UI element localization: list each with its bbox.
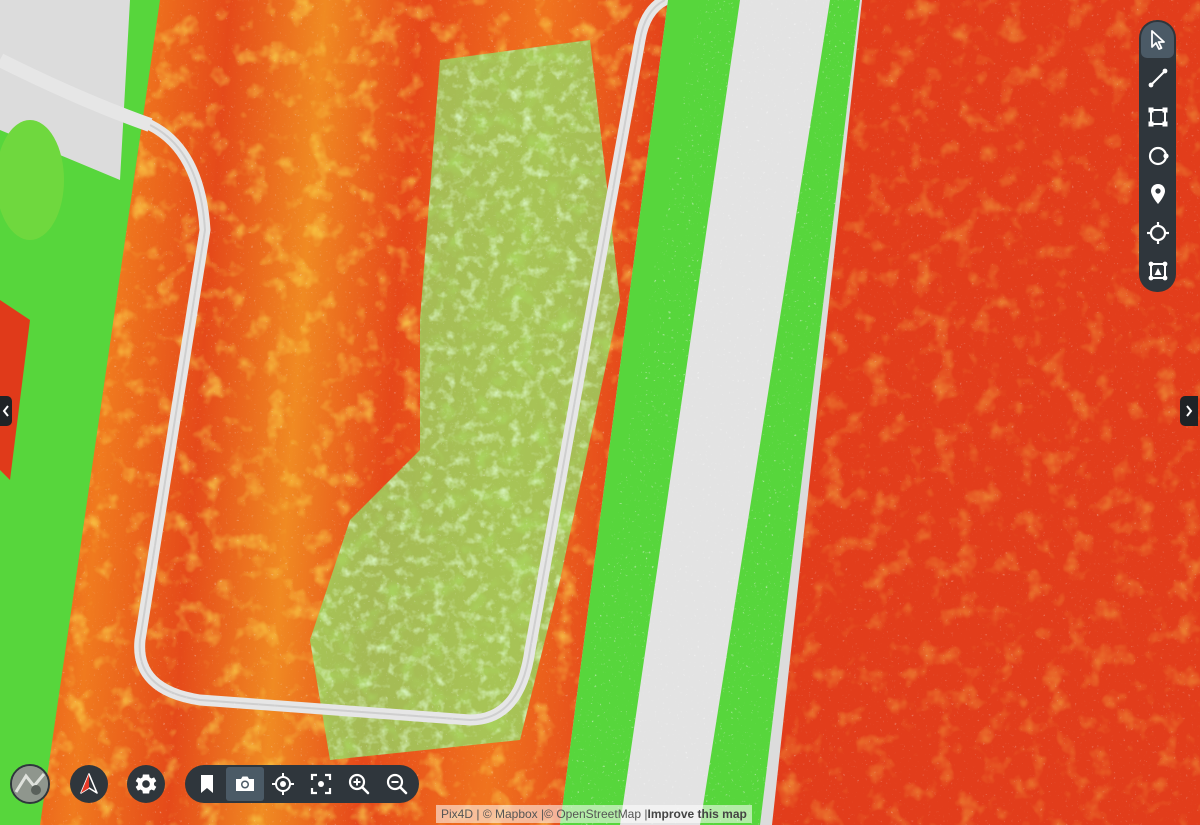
view-controls-bar [185,765,419,803]
point-tool-button[interactable] [1141,215,1174,251]
zoom-out-icon [386,773,408,795]
zoom-out-button[interactable] [378,767,416,801]
basemap-thumbnail [12,766,48,802]
attribution-mapbox[interactable]: © Mapbox [483,807,538,821]
circle-area-icon [1148,146,1169,165]
crosshair-circle-icon [1146,221,1169,244]
collapse-left-panel-button[interactable] [0,396,12,426]
attribution-osm[interactable]: © OpenStreetMap [544,807,641,821]
fit-view-button[interactable] [302,767,340,801]
chevron-right-icon [1186,405,1193,417]
map-attribution: Pix4D | © Mapbox |© OpenStreetMap |Impro… [436,805,752,823]
ndvi-map-canvas[interactable] [0,0,1200,825]
line-measure-icon [1148,68,1167,88]
screenshot-button[interactable] [226,767,264,801]
zoom-in-button[interactable] [340,767,378,801]
fullscreen-icon [310,773,332,795]
bookmark-button[interactable] [188,767,226,801]
select-tool-button[interactable] [1141,22,1174,58]
gear-icon [135,774,157,794]
basemap-switcher[interactable] [10,764,50,804]
settings-button[interactable] [127,765,165,803]
measurement-toolbar [1139,20,1176,292]
north-arrow-icon [80,773,98,794]
locate-button[interactable] [264,767,302,801]
bookmark-icon [201,775,213,793]
expand-right-panel-button[interactable] [1180,396,1198,426]
marker-tool-button[interactable] [1141,176,1174,212]
north-arrow-button[interactable] [70,765,108,803]
ndvi-map-image [0,0,1200,825]
camera-icon [236,776,254,791]
map-pin-icon [1150,184,1165,205]
cursor-arrow-icon [1150,29,1165,50]
chevron-left-icon [2,405,9,417]
line-tool-button[interactable] [1141,61,1174,97]
volume-tool-button[interactable] [1141,253,1174,289]
circle-tool-button[interactable] [1141,138,1174,174]
improve-map-link[interactable]: Improve this map [647,807,746,821]
attribution-pix4d[interactable]: Pix4D [441,807,473,821]
polygon-area-icon [1148,107,1167,127]
target-icon [272,773,294,795]
attribution-separator: | [473,807,483,821]
polygon-tool-button[interactable] [1141,99,1174,135]
volume-box-icon [1148,261,1167,281]
zoom-in-icon [348,773,370,795]
